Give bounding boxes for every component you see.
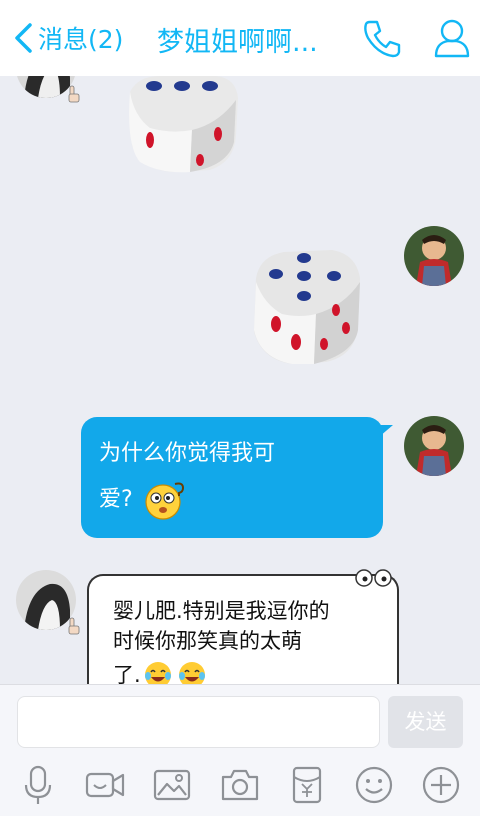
- back-button[interactable]: 消息(2): [10, 18, 123, 58]
- laughing-tears-icon: [143, 660, 173, 684]
- red-packet-icon[interactable]: [287, 765, 327, 805]
- my-avatar[interactable]: [404, 226, 464, 286]
- chevron-left-icon: [15, 23, 32, 53]
- send-button[interactable]: 发送: [388, 696, 463, 748]
- phone-icon[interactable]: [360, 16, 404, 60]
- plus-icon[interactable]: [421, 765, 461, 805]
- back-label: 消息(2): [38, 25, 124, 54]
- message-text-line: 了.: [113, 663, 141, 684]
- laughing-tears-icon: [177, 660, 207, 684]
- bubble-decoration-icon: [353, 566, 395, 587]
- chat-title[interactable]: 梦姐姐啊啊...: [157, 20, 318, 59]
- image-icon[interactable]: [152, 765, 192, 805]
- message-text-line: 为什么你觉得我可: [99, 441, 276, 466]
- outgoing-message-bubble[interactable]: 为什么你觉得我可 爱?: [81, 417, 393, 538]
- message-text-line: 婴儿肥.特别是我逗你的: [113, 599, 330, 623]
- voice-icon[interactable]: [18, 765, 58, 805]
- hand-icon: [67, 84, 81, 104]
- profile-icon[interactable]: [430, 16, 474, 60]
- my-avatar[interactable]: [404, 416, 464, 476]
- message-text-line: 时候你那笑真的太萌: [113, 629, 302, 653]
- message-list[interactable]: 为什么你觉得我可 爱? 婴儿肥.特别是我逗你的 时候你那笑真的太萌 了.: [0, 76, 480, 684]
- incoming-message-bubble[interactable]: 婴儿肥.特别是我逗你的 时候你那笑真的太萌 了.: [87, 569, 399, 684]
- dice-message[interactable]: [246, 248, 364, 366]
- chat-header: 消息(2) 梦姐姐啊啊...: [0, 0, 480, 76]
- message-text-line: 爱?: [99, 487, 133, 512]
- dice-message[interactable]: [120, 76, 240, 174]
- input-bar: 发送: [0, 684, 480, 816]
- message-input[interactable]: [17, 696, 380, 748]
- hand-icon: [67, 616, 81, 636]
- video-call-icon[interactable]: [85, 765, 125, 805]
- emoji-icon[interactable]: [354, 765, 394, 805]
- bubble-tail: [379, 425, 393, 437]
- thinking-face-icon: [143, 478, 187, 522]
- camera-icon[interactable]: [220, 765, 260, 805]
